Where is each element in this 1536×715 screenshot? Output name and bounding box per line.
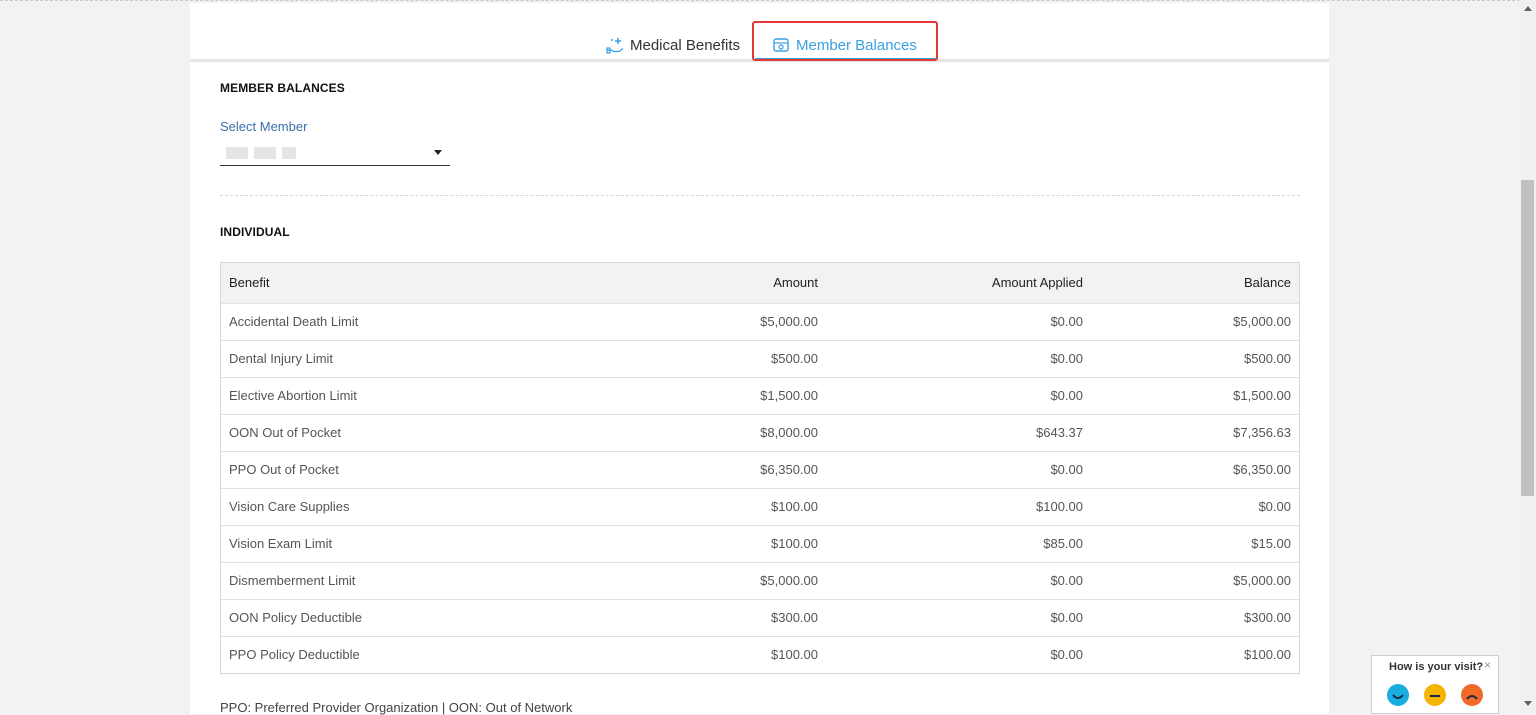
abbreviations-footnote: PPO: Preferred Provider Organization | O… (220, 700, 573, 715)
section-divider (220, 195, 1300, 196)
column-header-amount-applied: Amount Applied (991, 275, 1083, 291)
table-row: Vision Care Supplies $100.00 $100.00 $0.… (221, 488, 1299, 525)
cell-amount: $100.00 (771, 647, 818, 663)
table-row: Dental Injury Limit $500.00 $0.00 $500.0… (221, 340, 1299, 377)
cell-balance: $300.00 (1244, 610, 1291, 625)
cell-balance: $15.00 (1251, 536, 1291, 551)
cell-amount-applied: $0.00 (1050, 610, 1083, 625)
tab-bar: Medical Benefits Member Balances (190, 3, 1329, 62)
cell-amount: $100.00 (771, 499, 818, 514)
select-member-label: Select Member (220, 119, 308, 134)
cell-amount-applied: $0.00 (1050, 351, 1083, 366)
cell-benefit: PPO Policy Deductible (229, 647, 360, 663)
cell-amount: $6,350.00 (760, 462, 818, 477)
table-row: PPO Out of Pocket $6,350.00 $0.00 $6,350… (221, 451, 1299, 488)
medical-hand-icon (606, 36, 624, 54)
column-header-amount: Amount (773, 275, 818, 291)
feedback-widget: How is your visit? × (1371, 655, 1499, 714)
cell-amount-applied: $85.00 (1043, 536, 1083, 551)
cell-amount-applied: $100.00 (1036, 499, 1083, 514)
cell-amount: $300.00 (771, 610, 818, 625)
cell-benefit: OON Policy Deductible (229, 610, 362, 625)
table-row: PPO Policy Deductible $100.00 $0.00 $100… (221, 636, 1299, 673)
table-row: Elective Abortion Limit $1,500.00 $0.00 … (221, 377, 1299, 414)
cell-amount: $100.00 (771, 536, 818, 551)
tab-member-balances[interactable]: Member Balances (772, 33, 917, 57)
scroll-down-arrow-icon[interactable] (1524, 701, 1532, 706)
table-row: OON Out of Pocket $8,000.00 $643.37 $7,3… (221, 414, 1299, 451)
feedback-question: How is your visit? (1389, 661, 1484, 673)
column-header-balance: Balance (1244, 275, 1291, 291)
cell-benefit: OON Out of Pocket (229, 425, 341, 440)
wallet-icon (772, 36, 790, 54)
sad-face-icon[interactable] (1461, 684, 1483, 706)
cell-amount-applied: $0.00 (1050, 388, 1083, 403)
individual-title: INDIVIDUAL (220, 225, 290, 239)
table-row: Vision Exam Limit $100.00 $85.00 $15.00 (221, 525, 1299, 562)
cell-balance: $5,000.00 (1233, 314, 1291, 329)
tab-medical-benefits-label: Medical Benefits (630, 36, 741, 54)
vertical-scrollbar[interactable] (1519, 0, 1536, 714)
table-row: Accidental Death Limit $5,000.00 $0.00 $… (221, 303, 1299, 340)
table-header-row: Benefit Amount Amount Applied Balance (221, 263, 1299, 303)
cell-balance: $500.00 (1244, 351, 1291, 366)
cell-benefit: Vision Care Supplies (229, 499, 350, 514)
table-row: OON Policy Deductible $300.00 $0.00 $300… (221, 599, 1299, 636)
cell-balance: $0.00 (1258, 499, 1291, 514)
cell-amount: $1,500.00 (760, 388, 818, 403)
scroll-up-arrow-icon[interactable] (1524, 6, 1532, 11)
top-border (0, 0, 1520, 1)
happy-face-icon[interactable] (1387, 684, 1409, 706)
cell-balance: $7,356.63 (1233, 425, 1291, 440)
scrollbar-thumb[interactable] (1521, 180, 1534, 496)
member-select[interactable] (220, 141, 450, 166)
cell-balance: $5,000.00 (1233, 573, 1291, 588)
cell-benefit: Vision Exam Limit (229, 536, 333, 551)
cell-benefit: PPO Out of Pocket (229, 462, 339, 477)
member-balances-title: MEMBER BALANCES (220, 81, 345, 95)
close-icon[interactable]: × (1484, 658, 1491, 672)
cell-benefit: Elective Abortion Limit (229, 388, 357, 403)
tab-medical-benefits[interactable]: Medical Benefits (606, 33, 740, 57)
cell-balance: $100.00 (1244, 647, 1291, 663)
table-row: Dismemberment Limit $5,000.00 $0.00 $5,0… (221, 562, 1299, 599)
neutral-face-icon[interactable] (1424, 684, 1446, 706)
cell-amount: $500.00 (771, 351, 818, 366)
active-tab-indicator (755, 58, 936, 60)
cell-amount-applied: $0.00 (1050, 647, 1083, 663)
cell-balance: $1,500.00 (1233, 388, 1291, 403)
cell-amount-applied: $643.37 (1036, 425, 1083, 440)
column-header-benefit: Benefit (229, 275, 270, 291)
tab-member-balances-label: Member Balances (796, 36, 917, 54)
dropdown-arrow-icon[interactable] (434, 150, 442, 155)
cell-amount: $8,000.00 (760, 425, 818, 440)
cell-amount-applied: $0.00 (1050, 573, 1083, 588)
cell-amount-applied: $0.00 (1050, 314, 1083, 329)
cell-benefit: Dental Injury Limit (229, 351, 334, 366)
cell-amount-applied: $0.00 (1050, 462, 1083, 477)
cell-amount: $5,000.00 (760, 314, 818, 329)
benefits-card: Medical Benefits Member Balances MEMBER … (190, 3, 1329, 715)
cell-amount: $5,000.00 (760, 573, 818, 588)
cell-balance: $6,350.00 (1233, 462, 1291, 477)
cell-benefit: Dismemberment Limit (229, 573, 356, 588)
cell-benefit: Accidental Death Limit (229, 314, 359, 329)
balances-table: Benefit Amount Amount Applied Balance Ac… (220, 262, 1300, 674)
